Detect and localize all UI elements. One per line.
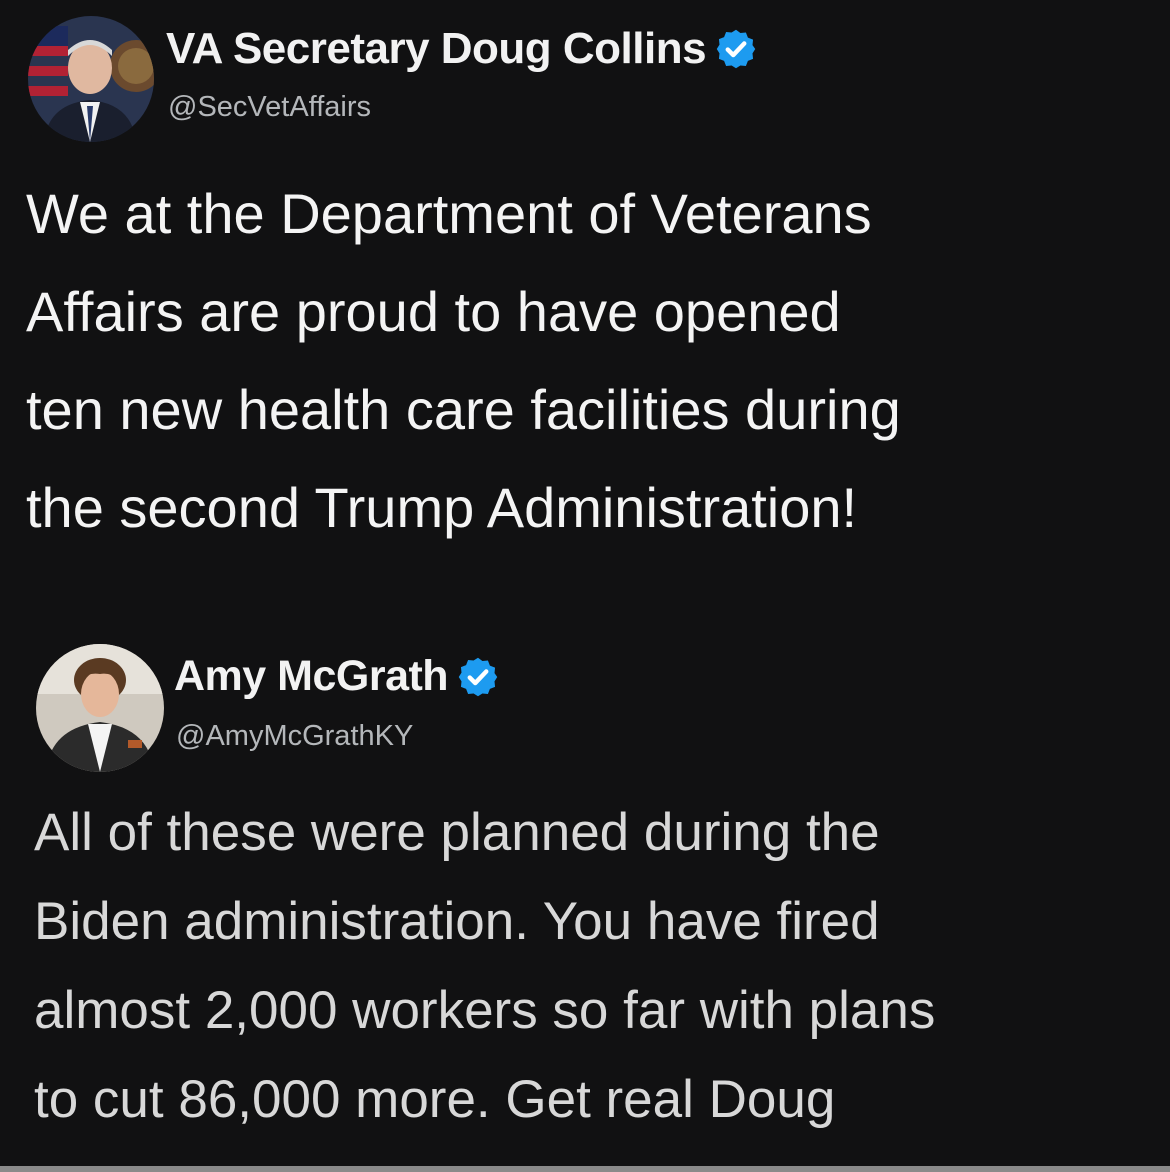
name-row: Amy McGrath [174,652,500,701]
avatar-image [28,16,154,142]
tweet-collins: VA Secretary Doug Collins @SecVetAffairs… [0,0,1170,539]
tweet-header: Amy McGrath @AmyMcGrathKY [0,630,1170,772]
tweet-text-line: the second Trump Administration! [26,476,858,539]
name-row: VA Secretary Doug Collins [166,24,758,74]
tweet-text: We at the Department of Veterans Affairs… [26,165,901,557]
bottom-divider [0,1166,1170,1172]
display-name[interactable]: Amy McGrath [174,652,449,701]
tweet-text: All of these were planned during the Bid… [34,788,935,1144]
tweet-header: VA Secretary Doug Collins @SecVetAffairs [0,0,1170,142]
verified-badge-icon [456,655,500,699]
tweet-text-line: to cut 86,000 more. Get real Doug [34,1070,836,1129]
tweet-text-line: All of these were planned during the [34,803,880,862]
tweet-text-line: Biden administration. You have fired [34,892,880,951]
display-name[interactable]: VA Secretary Doug Collins [166,24,707,74]
avatar[interactable] [28,16,154,142]
tweet-text-line: almost 2,000 workers so far with plans [34,981,936,1040]
handle[interactable]: @AmyMcGrathKY [176,720,413,753]
tweet-text-line: We at the Department of Veterans [26,182,872,245]
handle[interactable]: @SecVetAffairs [168,91,371,124]
tweet-text-line: Affairs are proud to have opened [26,280,841,343]
verified-badge-icon [714,27,758,71]
avatar[interactable] [36,644,164,772]
tweet-text-line: ten new health care facilities during [26,378,901,441]
avatar-image [36,644,164,772]
tweet-mcgrath: Amy McGrath @AmyMcGrathKY All of these w… [0,630,1170,1129]
